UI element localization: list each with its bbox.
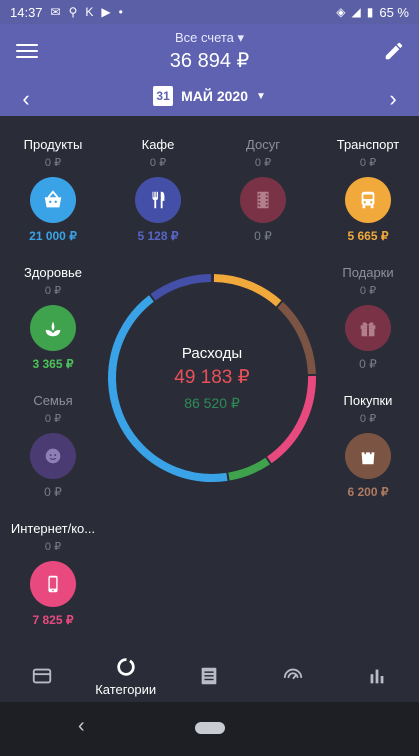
accounts-total: 36 894 ₽	[169, 50, 250, 72]
system-back-button[interactable]: ‹	[78, 715, 85, 738]
youtube-icon: ▶	[101, 5, 111, 19]
bus-icon	[361, 191, 375, 209]
edit-button[interactable]	[383, 40, 405, 62]
category-spent: 5 665 ₽	[347, 229, 389, 243]
category-spent: 0 ₽	[359, 357, 377, 371]
category-gifts[interactable]: Подарки 0 ₽ 0 ₽	[318, 265, 418, 371]
film-icon	[257, 191, 269, 209]
nav-accounts[interactable]	[0, 650, 84, 702]
category-shopping[interactable]: Покупки 0 ₽ 6 200 ₽	[318, 393, 418, 499]
category-spent: 5 128 ₽	[137, 229, 179, 243]
category-icon-circle[interactable]	[345, 177, 391, 223]
nav-categories[interactable]: Категории	[84, 650, 168, 702]
category-icon-circle[interactable]	[345, 433, 391, 479]
category-icon-circle[interactable]	[135, 177, 181, 223]
list-icon	[202, 667, 217, 685]
category-budget: 0 ₽	[359, 413, 377, 425]
status-time: 14:37	[10, 4, 43, 20]
bar-chart-icon	[370, 669, 384, 684]
category-family[interactable]: Семья 0 ₽ 0 ₽	[3, 393, 103, 499]
category-budget: 0 ₽	[44, 413, 62, 425]
category-spent: 6 200 ₽	[347, 485, 389, 499]
baby-icon	[45, 448, 61, 464]
shopping-bag-icon	[361, 447, 375, 465]
category-name: Подарки	[342, 265, 394, 280]
system-home-button[interactable]	[195, 722, 225, 734]
bottom-nav: Категории	[0, 650, 419, 702]
chevron-down-icon: ▼	[255, 90, 266, 102]
battery-level: 65 %	[379, 4, 409, 20]
category-budget: 0 ₽	[44, 157, 62, 169]
category-budget: 0 ₽	[149, 157, 167, 169]
category-products[interactable]: Продукты 0 ₽ 21 000 ₽	[3, 137, 103, 243]
calendar-icon: 31	[153, 86, 174, 106]
category-name: Семья	[33, 393, 73, 408]
category-icon-circle[interactable]	[345, 305, 391, 351]
category-name: Досуг	[246, 137, 280, 152]
category-icon-circle[interactable]	[30, 305, 76, 351]
category-name: Кафе	[141, 137, 175, 152]
expenses-total: 49 183 ₽	[174, 366, 250, 388]
category-spent: 3 365 ₽	[32, 357, 74, 371]
nav-transactions[interactable]	[168, 650, 252, 702]
chevron-right-icon: ›	[389, 86, 397, 111]
category-spent: 0 ₽	[44, 485, 62, 499]
header: Все счета ▾ 36 894 ₽ ‹ 31 МАЙ 2020 ▼ ›	[0, 24, 419, 116]
category-name: Транспорт	[336, 137, 400, 152]
category-icon-circle[interactable]	[240, 177, 286, 223]
category-name: Интернет/ко...	[10, 521, 96, 536]
nav-overview[interactable]	[335, 650, 419, 702]
category-internet[interactable]: Интернет/ко... 0 ₽ 7 825 ₽	[3, 521, 103, 627]
category-name: Здоровье	[23, 265, 83, 280]
basket-icon	[44, 190, 62, 208]
category-transport[interactable]: Транспорт 0 ₽ 5 665 ₽	[318, 137, 418, 243]
phone-icon	[48, 575, 58, 593]
gauge-icon	[284, 668, 303, 680]
category-budget: 0 ₽	[254, 157, 272, 169]
notification-icon: ⚲	[68, 5, 78, 19]
cutlery-icon	[152, 191, 165, 209]
pencil-icon	[385, 42, 403, 60]
category-name: Покупки	[343, 393, 393, 408]
category-cafe[interactable]: Кафе 0 ₽ 5 128 ₽	[108, 137, 208, 243]
category-budget: 0 ₽	[44, 541, 62, 553]
gift-icon	[360, 322, 376, 337]
category-icon-circle[interactable]	[30, 561, 76, 607]
expenses-title: Расходы	[181, 344, 243, 362]
donut-icon	[116, 657, 135, 676]
category-spent: 0 ₽	[254, 229, 272, 243]
signal-icon: ◢	[351, 5, 361, 19]
chevron-left-icon: ‹	[78, 715, 85, 737]
status-bar: 14:37 ✉ ⚲ K ▶ • ◈ ◢ ▮ 65 %	[0, 0, 419, 24]
category-name: Продукты	[23, 137, 83, 152]
period-label: МАЙ 2020	[181, 88, 248, 104]
category-budget: 0 ₽	[44, 285, 62, 297]
income-total: 86 520 ₽	[184, 394, 240, 411]
nav-categories-label: Категории	[95, 681, 157, 697]
category-spent: 21 000 ₽	[29, 229, 77, 243]
accounts-selector[interactable]: Все счета ▾	[0, 30, 419, 46]
nav-budget[interactable]	[251, 650, 335, 702]
system-nav-bar: ‹	[0, 702, 419, 756]
card-icon	[32, 668, 52, 684]
category-budget: 0 ₽	[359, 157, 377, 169]
dot-icon: •	[118, 5, 123, 19]
category-icon-circle[interactable]	[30, 433, 76, 479]
category-leisure[interactable]: Досуг 0 ₽ 0 ₽	[213, 137, 313, 243]
next-period-button[interactable]: ›	[381, 86, 405, 112]
category-spent: 7 825 ₽	[32, 613, 74, 627]
battery-icon: ▮	[366, 5, 374, 19]
category-icon-circle[interactable]	[30, 177, 76, 223]
mail-icon: ✉	[50, 5, 61, 19]
letter-k: K	[85, 5, 94, 19]
donut-center: Расходы 49 183 ₽ 86 520 ₽	[106, 272, 318, 484]
category-budget: 0 ₽	[359, 285, 377, 297]
category-health[interactable]: Здоровье 0 ₽ 3 365 ₽	[3, 265, 103, 371]
leaf-icon	[45, 321, 61, 337]
wifi-icon: ◈	[336, 5, 346, 19]
period-selector[interactable]: 31 МАЙ 2020 ▼	[0, 86, 419, 106]
